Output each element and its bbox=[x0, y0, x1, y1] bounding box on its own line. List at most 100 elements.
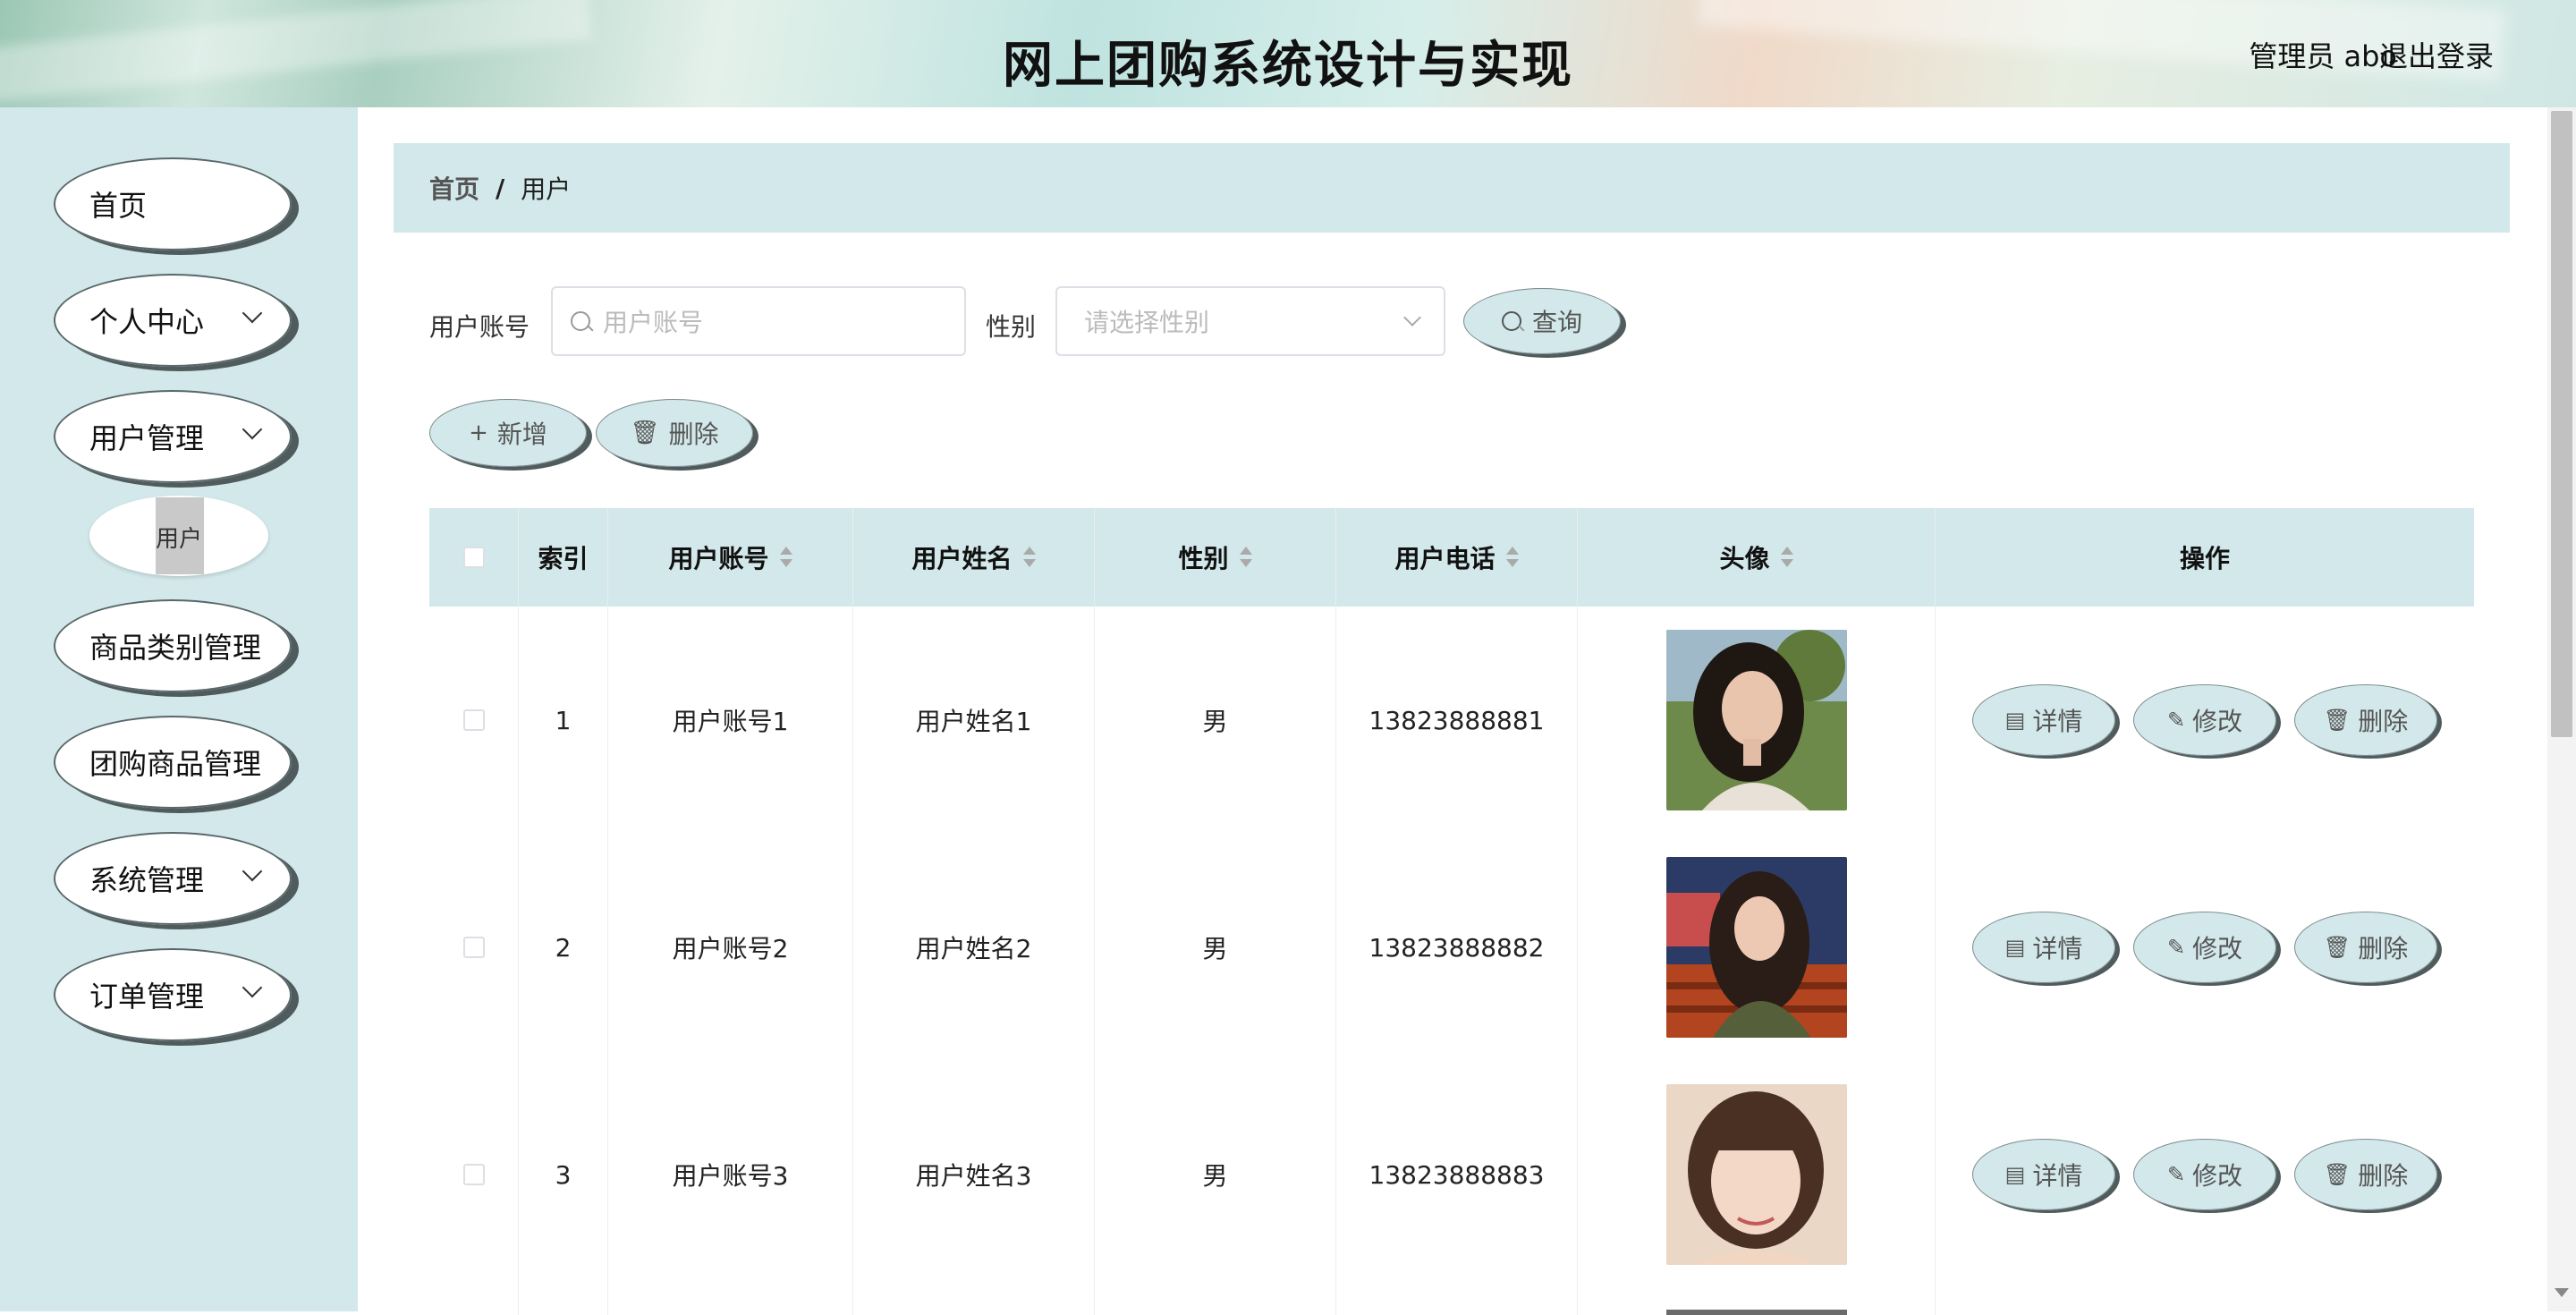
cell-phone: 13823888881 bbox=[1336, 607, 1578, 834]
avatar bbox=[1665, 1310, 1847, 1315]
cell-name: 用户姓名2 bbox=[853, 834, 1095, 1061]
breadcrumb: 首页 / 用户 bbox=[394, 143, 2510, 233]
column-gender[interactable]: 性别 bbox=[1095, 508, 1336, 607]
trash-icon: 🗑 bbox=[2323, 1162, 2351, 1187]
sort-icon[interactable] bbox=[779, 547, 792, 568]
detail-button[interactable]: ▤ 详情 bbox=[1972, 684, 2115, 756]
edit-icon: ✎ bbox=[2166, 935, 2186, 960]
cell-name: 用户姓名1 bbox=[853, 607, 1095, 834]
column-name[interactable]: 用户姓名 bbox=[853, 508, 1095, 607]
chevron-down-icon bbox=[1403, 309, 1421, 327]
delete-button[interactable]: 🗑 删除 bbox=[2294, 684, 2437, 756]
sort-icon[interactable] bbox=[1780, 547, 1793, 568]
top-header: 网上团购系统设计与实现 管理员 abo 退出登录 bbox=[0, 0, 2576, 107]
sidebar-subitem-label: 用户 bbox=[155, 526, 202, 553]
sidebar-item-home[interactable]: 首页 bbox=[54, 157, 292, 250]
edit-button-label: 修改 bbox=[2192, 934, 2243, 963]
breadcrumb-current: 用户 bbox=[521, 174, 572, 204]
column-account-label: 用户账号 bbox=[668, 544, 769, 573]
batch-delete-button[interactable]: 🗑 删除 bbox=[596, 399, 753, 467]
sidebar-item-system-management[interactable]: 系统管理 bbox=[54, 832, 292, 925]
detail-button-label: 详情 bbox=[2032, 934, 2083, 963]
chevron-down-icon bbox=[242, 419, 263, 440]
cell-index: 2 bbox=[519, 834, 608, 1061]
trash-icon: 🗑 bbox=[2323, 708, 2351, 733]
table-row: 2 用户账号2 用户姓名2 男 13823888882 ▤ 详情 ✎ 修改 🗑 … bbox=[429, 834, 2474, 1063]
trash-icon: 🗑 bbox=[2323, 935, 2351, 960]
sidebar-item-group-goods-management[interactable]: 团购商品管理 bbox=[54, 716, 292, 809]
edit-button[interactable]: ✎ 修改 bbox=[2133, 912, 2276, 983]
trash-icon: 🗑 bbox=[630, 420, 660, 446]
breadcrumb-home[interactable]: 首页 bbox=[429, 170, 479, 206]
search-icon bbox=[571, 311, 590, 331]
avatar[interactable] bbox=[1665, 857, 1847, 1038]
cell-phone: 13823888883 bbox=[1336, 1061, 1578, 1288]
document-icon: ▤ bbox=[2004, 708, 2026, 733]
column-avatar-label: 头像 bbox=[1719, 544, 1770, 573]
logout-link[interactable]: 退出登录 bbox=[2379, 34, 2494, 75]
detail-button[interactable]: ▤ 详情 bbox=[1972, 1139, 2115, 1210]
sidebar: 首页 个人中心 用户管理 用户 商品类别管理 团购商品管理 系统管理 订单管理 bbox=[0, 107, 358, 1311]
cell-gender: 男 bbox=[1095, 607, 1336, 834]
sort-icon[interactable] bbox=[1022, 547, 1036, 568]
sidebar-item-category-management[interactable]: 商品类别管理 bbox=[54, 599, 292, 692]
cell-account: 用户账号2 bbox=[608, 834, 853, 1061]
breadcrumb-separator: / bbox=[496, 173, 505, 203]
chevron-down-icon bbox=[242, 977, 263, 998]
detail-button-label: 详情 bbox=[2032, 1161, 2083, 1191]
cell-gender: 男 bbox=[1095, 1061, 1336, 1288]
table-row: 1 用户账号1 用户姓名1 男 13823888881 ▤ 详情 ✎ 修改 🗑 删除 bbox=[429, 607, 2474, 836]
row-checkbox[interactable] bbox=[462, 709, 485, 731]
query-button[interactable]: 查询 bbox=[1463, 288, 1621, 354]
row-checkbox[interactable] bbox=[462, 937, 485, 958]
gender-select[interactable]: 请选择性别 bbox=[1055, 286, 1445, 356]
column-avatar[interactable]: 头像 bbox=[1578, 508, 1936, 607]
account-placeholder: 用户账号 bbox=[603, 308, 704, 337]
cell-gender: 男 bbox=[1095, 834, 1336, 1061]
table-row: 3 用户账号3 用户姓名3 男 13823888883 ▤ 详情 ✎ 修改 🗑 删除 bbox=[429, 1061, 2474, 1290]
sidebar-item-label: 个人中心 bbox=[89, 305, 205, 339]
query-button-label: 查询 bbox=[1531, 308, 1582, 337]
search-icon bbox=[1501, 311, 1521, 331]
add-button[interactable]: + 新增 bbox=[429, 399, 587, 467]
cell-account: 用户账号3 bbox=[608, 1061, 853, 1288]
current-user: 管理员 abo bbox=[2249, 39, 2397, 73]
delete-button[interactable]: 🗑 删除 bbox=[2294, 1139, 2437, 1210]
document-icon: ▤ bbox=[2004, 1162, 2026, 1187]
sidebar-item-label: 系统管理 bbox=[89, 863, 205, 897]
cell-index: 1 bbox=[519, 607, 608, 834]
sort-icon[interactable] bbox=[1505, 547, 1519, 568]
edit-button[interactable]: ✎ 修改 bbox=[2133, 684, 2276, 756]
sidebar-item-personal-center[interactable]: 个人中心 bbox=[54, 274, 292, 367]
edit-icon: ✎ bbox=[2166, 1162, 2186, 1187]
sidebar-item-label: 首页 bbox=[89, 189, 148, 223]
column-gender-label: 性别 bbox=[1178, 544, 1229, 573]
column-index: 索引 bbox=[519, 508, 608, 607]
row-checkbox[interactable] bbox=[462, 1164, 485, 1185]
scroll-down-icon[interactable] bbox=[2555, 1288, 2569, 1297]
column-phone[interactable]: 用户电话 bbox=[1336, 508, 1578, 607]
account-search-input[interactable]: 用户账号 bbox=[551, 286, 966, 356]
column-account[interactable]: 用户账号 bbox=[608, 508, 853, 607]
delete-button[interactable]: 🗑 删除 bbox=[2294, 912, 2437, 983]
detail-button[interactable]: ▤ 详情 bbox=[1972, 912, 2115, 983]
table-header: 索引 用户账号 用户姓名 性别 用户电话 头像 操作 bbox=[429, 508, 2474, 607]
avatar[interactable] bbox=[1665, 630, 1847, 810]
plus-icon: + bbox=[469, 420, 488, 446]
delete-button-label: 删除 bbox=[668, 420, 719, 449]
avatar[interactable] bbox=[1665, 1084, 1847, 1265]
edit-button[interactable]: ✎ 修改 bbox=[2133, 1139, 2276, 1210]
sidebar-item-user-management[interactable]: 用户管理 bbox=[54, 390, 292, 483]
sort-icon[interactable] bbox=[1239, 547, 1252, 568]
scrollbar-thumb[interactable] bbox=[2551, 111, 2572, 737]
column-actions: 操作 bbox=[1936, 508, 2474, 607]
chevron-down-icon bbox=[242, 861, 263, 882]
select-all-checkbox[interactable] bbox=[462, 547, 485, 568]
sidebar-subitem-user[interactable]: 用户 bbox=[89, 496, 268, 576]
sidebar-item-order-management[interactable]: 订单管理 bbox=[54, 948, 292, 1041]
cell-phone: 13823888882 bbox=[1336, 834, 1578, 1061]
cell-account: 用户账号1 bbox=[608, 607, 853, 834]
cell-index: 3 bbox=[519, 1061, 608, 1288]
app-title: 网上团购系统设计与实现 bbox=[1003, 37, 1573, 95]
delete-button-label: 删除 bbox=[2358, 707, 2409, 736]
